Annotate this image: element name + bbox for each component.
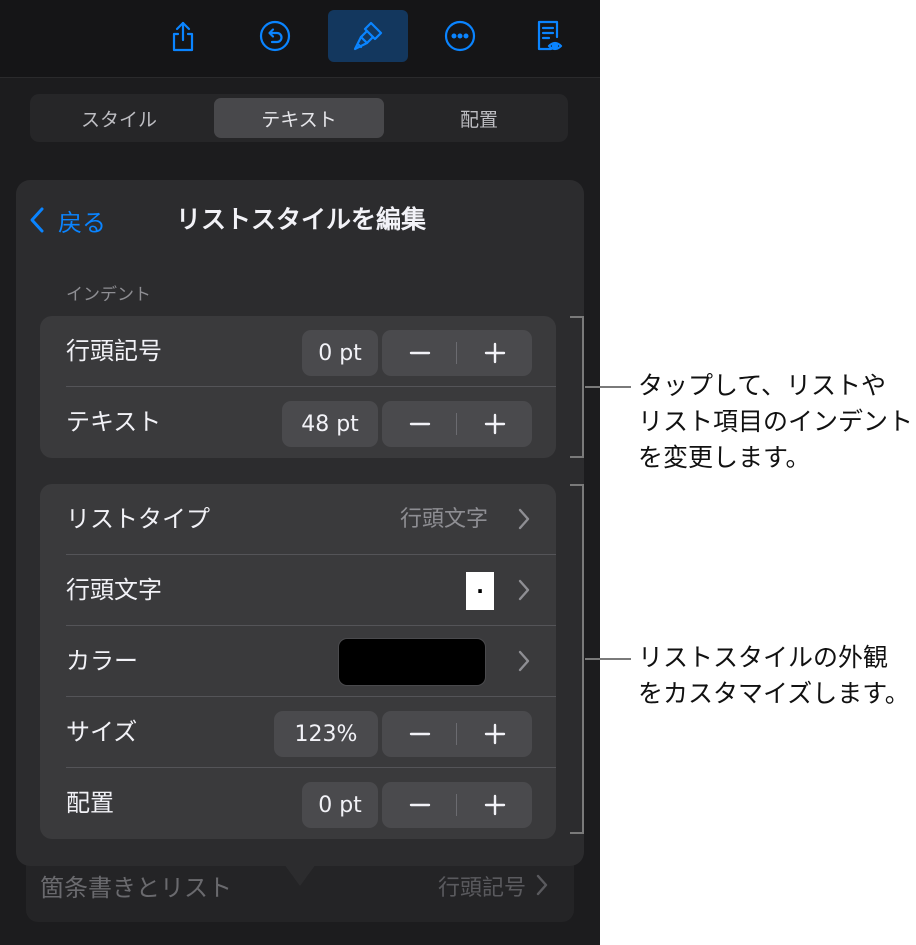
plus-icon bbox=[484, 794, 505, 816]
indent-callout-line bbox=[585, 386, 631, 388]
chevron-right-icon bbox=[518, 650, 530, 672]
increment-button[interactable] bbox=[457, 711, 532, 757]
decrement-button[interactable] bbox=[382, 401, 457, 447]
callout-line-text: を変更します。 bbox=[638, 443, 811, 472]
list-style-group: リストタイプ 行頭文字 行頭文字 · カラー サイズ 123% 配置 0 pt bbox=[40, 484, 556, 839]
size-label: サイズ bbox=[66, 718, 138, 746]
color-row[interactable]: カラー bbox=[40, 626, 556, 697]
bullets-and-lists-label: 箇条書きとリスト bbox=[40, 874, 232, 902]
minus-icon bbox=[409, 351, 430, 355]
callout-line-text: をカスタマイズします。 bbox=[638, 679, 910, 708]
increment-button[interactable] bbox=[457, 782, 532, 828]
color-label: カラー bbox=[66, 647, 138, 675]
callout-line-text: リストスタイルの外観 bbox=[638, 643, 889, 672]
indent-bullet-label: 行頭記号 bbox=[66, 337, 162, 365]
indent-callout: タップして、リストや リスト項目のインデント を変更します。 bbox=[638, 368, 913, 476]
size-value[interactable]: 123% bbox=[274, 711, 378, 757]
indent-text-value[interactable]: 48 pt bbox=[282, 401, 378, 447]
bullet-row[interactable]: 行頭文字 · bbox=[40, 555, 556, 626]
format-tabs: スタイル テキスト 配置 bbox=[30, 94, 568, 142]
indent-bullet-row: 行頭記号 0 pt bbox=[40, 316, 556, 387]
tab-text[interactable]: テキスト bbox=[214, 98, 384, 138]
document-view-icon bbox=[537, 20, 563, 51]
style-callout-line bbox=[585, 658, 631, 660]
increment-button[interactable] bbox=[457, 330, 532, 376]
callout-line-text: リスト項目のインデント bbox=[638, 407, 914, 436]
indent-callout-bracket bbox=[570, 316, 584, 458]
popover-title: リストスタイルを編集 bbox=[175, 205, 426, 234]
more-icon bbox=[444, 20, 476, 52]
bullets-and-lists-value: 行頭記号 bbox=[437, 876, 526, 901]
minus-icon bbox=[409, 422, 430, 426]
style-callout: リストスタイルの外観 をカスタマイズします。 bbox=[638, 640, 910, 712]
list-type-row[interactable]: リストタイプ 行頭文字 bbox=[40, 484, 556, 555]
minus-icon bbox=[409, 803, 430, 807]
chevron-right-icon bbox=[518, 508, 530, 530]
share-button[interactable] bbox=[143, 10, 223, 62]
toolbar bbox=[0, 0, 600, 78]
list-type-label: リストタイプ bbox=[66, 505, 210, 533]
indent-bullet-stepper bbox=[382, 330, 532, 376]
bullet-label: 行頭文字 bbox=[66, 576, 162, 604]
popover-arrow bbox=[284, 864, 316, 886]
plus-icon bbox=[484, 723, 505, 745]
reading-view-button[interactable] bbox=[508, 10, 588, 62]
undo-button[interactable] bbox=[235, 10, 315, 62]
tab-style[interactable]: スタイル bbox=[34, 98, 204, 138]
share-icon bbox=[172, 21, 194, 52]
indent-text-row: テキスト 48 pt bbox=[40, 387, 556, 458]
undo-icon bbox=[259, 20, 291, 52]
decrement-button[interactable] bbox=[382, 711, 457, 757]
format-brush-icon bbox=[353, 21, 383, 51]
ipad-screen: スタイル テキスト 配置 箇条書きとリスト 行頭記号 戻る リストスタイルを編集… bbox=[0, 0, 600, 945]
more-button[interactable] bbox=[420, 10, 500, 62]
format-button[interactable] bbox=[328, 10, 408, 62]
size-row: サイズ 123% bbox=[40, 697, 556, 768]
plus-icon bbox=[484, 342, 505, 364]
size-stepper bbox=[382, 711, 532, 757]
bullet-preview: · bbox=[466, 572, 494, 610]
increment-button[interactable] bbox=[457, 401, 532, 447]
minus-icon bbox=[409, 732, 430, 736]
list-type-value: 行頭文字 bbox=[399, 507, 488, 532]
alignment-row: 配置 0 pt bbox=[40, 768, 556, 839]
callout-line-text: タップして、リストや bbox=[638, 371, 887, 400]
indent-text-label: テキスト bbox=[66, 408, 162, 436]
indent-text-stepper bbox=[382, 401, 532, 447]
tab-arrange[interactable]: 配置 bbox=[394, 98, 564, 138]
alignment-value[interactable]: 0 pt bbox=[302, 782, 378, 828]
alignment-label: 配置 bbox=[66, 789, 114, 817]
chevron-right-icon bbox=[536, 874, 548, 896]
indent-section-header: インデント bbox=[66, 285, 151, 305]
plus-icon bbox=[484, 413, 505, 435]
decrement-button[interactable] bbox=[382, 782, 457, 828]
chevron-right-icon bbox=[518, 579, 530, 601]
style-callout-bracket bbox=[570, 484, 584, 834]
decrement-button[interactable] bbox=[382, 330, 457, 376]
alignment-stepper bbox=[382, 782, 532, 828]
indent-group: 行頭記号 0 pt テキスト 48 pt bbox=[40, 316, 556, 458]
color-swatch[interactable] bbox=[338, 638, 486, 686]
indent-bullet-value[interactable]: 0 pt bbox=[302, 330, 378, 376]
